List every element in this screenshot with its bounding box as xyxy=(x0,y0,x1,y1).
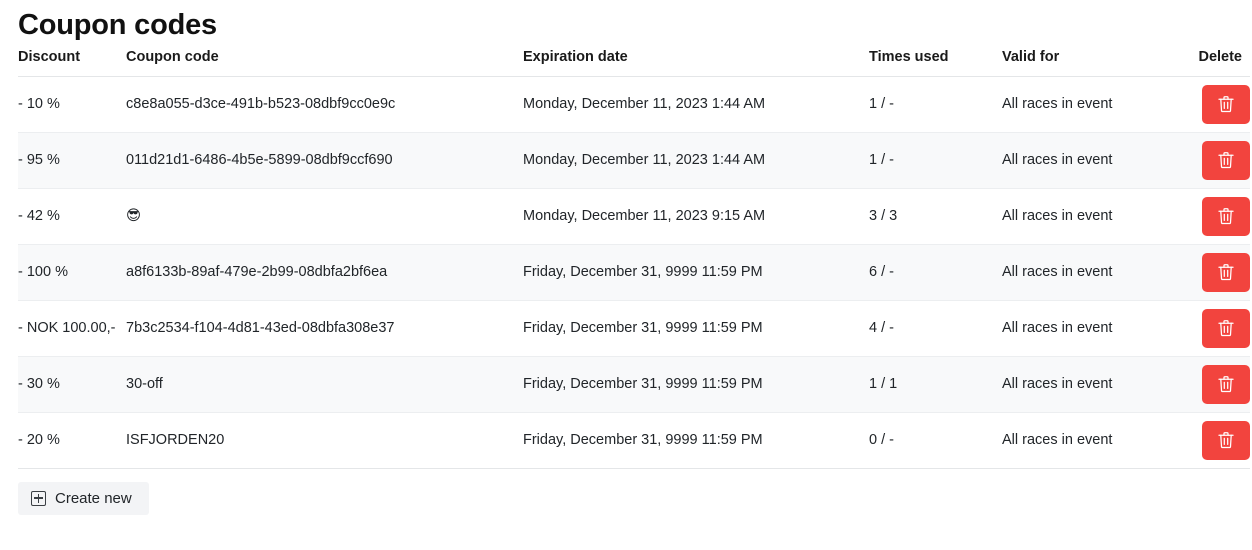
column-header-valid-for: Valid for xyxy=(1002,40,1175,77)
cell-valid-for: All races in event xyxy=(1002,412,1175,469)
cell-expiration-date: Friday, December 31, 9999 11:59 PM xyxy=(523,356,869,413)
table-header: Discount Coupon code Expiration date Tim… xyxy=(18,40,1250,77)
table-row: - 20 % ISFJORDEN20 Friday, December 31, 99… xyxy=(18,412,1250,469)
plus-square-icon xyxy=(31,490,46,506)
cell-times-used: 1 / 1 xyxy=(869,356,1002,413)
table-row: - 100 % a8f6133b-89af-479e-2b99-08dbfa2bf… xyxy=(18,244,1250,301)
cell-coupon-code: a8f6133b-89af-479e-2b99-08dbfa2bf6ea xyxy=(126,244,523,301)
delete-button[interactable] xyxy=(1202,196,1250,236)
cell-expiration-date: Friday, December 31, 9999 11:59 PM xyxy=(523,300,869,357)
create-new-button[interactable]: Create new xyxy=(18,481,149,515)
cell-discount: - 95 % xyxy=(18,132,126,189)
trash-icon xyxy=(1218,320,1234,337)
cell-times-used: 3 / 3 xyxy=(869,188,1002,245)
cell-coupon-code: 7b3c2534-f104-4d81-43ed-08dbfa308e37 xyxy=(126,300,523,357)
cell-coupon-code: ISFJORDEN20 xyxy=(126,412,523,469)
cell-delete xyxy=(1175,356,1250,413)
cell-delete xyxy=(1175,188,1250,245)
cell-expiration-date: Friday, December 31, 9999 11:59 PM xyxy=(523,412,869,469)
cell-discount: - 10 % xyxy=(18,76,126,133)
coupon-codes-table: Discount Coupon code Expiration date Tim… xyxy=(18,40,1250,469)
cell-valid-for: All races in event xyxy=(1002,188,1175,245)
cell-times-used: 1 / - xyxy=(869,132,1002,189)
cell-times-used: 6 / - xyxy=(869,244,1002,301)
cell-discount: - 100 % xyxy=(18,244,126,301)
delete-button[interactable] xyxy=(1202,420,1250,460)
column-header-expiration-date: Expiration date xyxy=(523,40,869,77)
table-body: - 10 % c8e8a055-d3ce-491b-b523-08dbf9cc0e… xyxy=(18,76,1250,469)
trash-icon xyxy=(1218,152,1234,169)
cell-delete xyxy=(1175,132,1250,189)
cell-discount: - 30 % xyxy=(18,356,126,413)
trash-icon xyxy=(1218,432,1234,449)
delete-button[interactable] xyxy=(1202,140,1250,180)
table-row: - 42 % 😎 Monday, December 11, 2023 9:15 AM… xyxy=(18,188,1250,245)
cell-coupon-code: 😎 xyxy=(126,188,523,245)
column-header-discount: Discount xyxy=(18,40,126,77)
trash-icon xyxy=(1218,96,1234,113)
cell-valid-for: All races in event xyxy=(1002,76,1175,133)
table-header-row: Discount Coupon code Expiration date Tim… xyxy=(18,40,1250,77)
cell-delete xyxy=(1175,412,1250,469)
cell-expiration-date: Monday, December 11, 2023 9:15 AM xyxy=(523,188,869,245)
cell-times-used: 4 / - xyxy=(869,300,1002,357)
cell-coupon-code: c8e8a055-d3ce-491b-b523-08dbf9cc0e9c xyxy=(126,76,523,133)
column-header-coupon-code: Coupon code xyxy=(126,40,523,77)
cell-delete xyxy=(1175,300,1250,357)
cell-discount: - 20 % xyxy=(18,412,126,469)
cell-expiration-date: Friday, December 31, 9999 11:59 PM xyxy=(523,244,869,301)
cell-coupon-code: 011d21d1-6486-4b5e-5899-08dbf9ccf690 xyxy=(126,132,523,189)
table-row: - NOK 100.00,- 7b3c2534-f104-4d81-43ed-08… xyxy=(18,300,1250,357)
delete-button[interactable] xyxy=(1202,84,1250,124)
cell-times-used: 0 / - xyxy=(869,412,1002,469)
column-header-delete: Delete xyxy=(1175,40,1250,77)
create-new-bar: Create new xyxy=(18,481,1252,515)
coupon-codes-page: Coupon codes Discount Coupon code Expira… xyxy=(0,0,1252,550)
cell-times-used: 1 / - xyxy=(869,76,1002,133)
column-header-times-used: Times used xyxy=(869,40,1002,77)
delete-button[interactable] xyxy=(1202,364,1250,404)
create-new-label: Create new xyxy=(55,489,132,507)
cell-valid-for: All races in event xyxy=(1002,244,1175,301)
trash-icon xyxy=(1218,376,1234,393)
delete-button[interactable] xyxy=(1202,252,1250,292)
delete-button[interactable] xyxy=(1202,308,1250,348)
table-row: - 10 % c8e8a055-d3ce-491b-b523-08dbf9cc0e… xyxy=(18,76,1250,133)
trash-icon xyxy=(1218,264,1234,281)
cell-discount: - NOK 100.00,- xyxy=(18,300,126,357)
cell-delete xyxy=(1175,76,1250,133)
trash-icon xyxy=(1218,208,1234,225)
cell-coupon-code: 30-off xyxy=(126,356,523,413)
table-row: - 95 % 011d21d1-6486-4b5e-5899-08dbf9ccf6… xyxy=(18,132,1250,189)
cell-valid-for: All races in event xyxy=(1002,300,1175,357)
cell-expiration-date: Monday, December 11, 2023 1:44 AM xyxy=(523,132,869,189)
cell-valid-for: All races in event xyxy=(1002,132,1175,189)
page-title: Coupon codes xyxy=(18,9,217,41)
cell-expiration-date: Monday, December 11, 2023 1:44 AM xyxy=(523,76,869,133)
table-row: - 30 % 30-off Friday, December 31, 9999 11… xyxy=(18,356,1250,413)
cell-valid-for: All races in event xyxy=(1002,356,1175,413)
cell-delete xyxy=(1175,244,1250,301)
cell-discount: - 42 % xyxy=(18,188,126,245)
